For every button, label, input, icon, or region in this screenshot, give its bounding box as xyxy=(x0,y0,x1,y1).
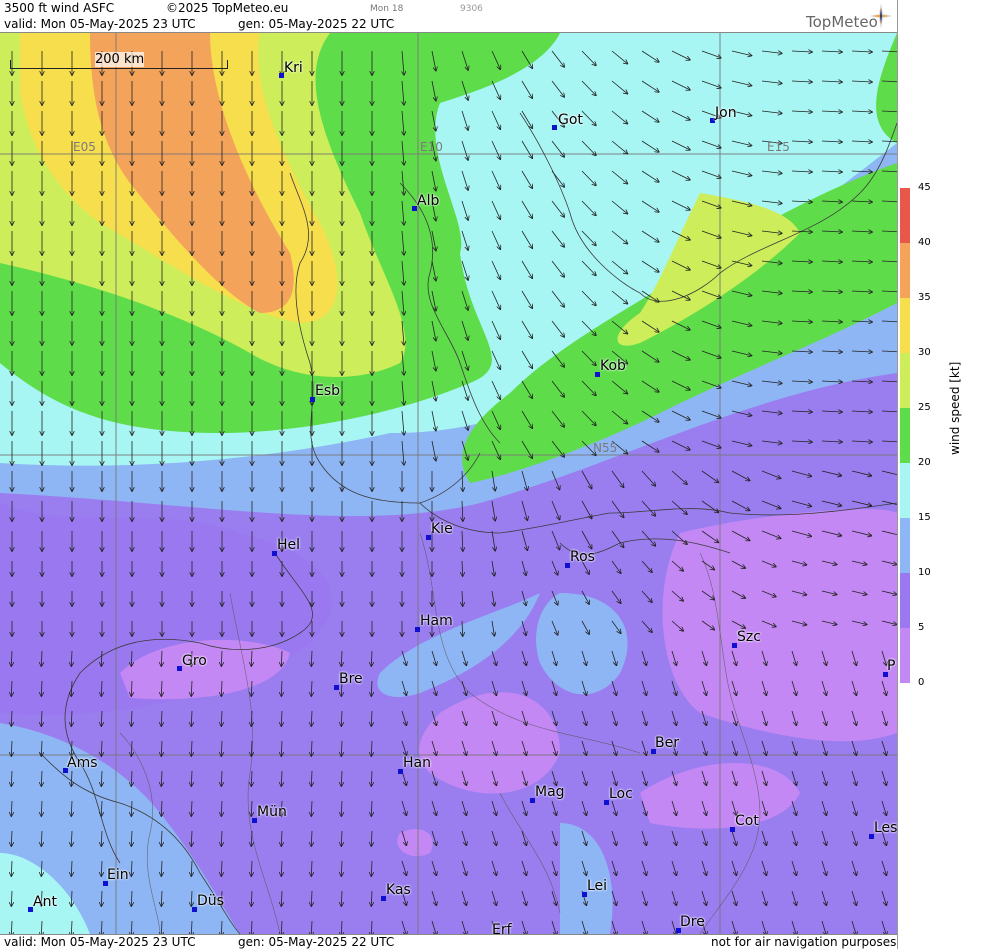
grid-label-n55: N55 xyxy=(593,441,618,455)
city-label-hel: Hel xyxy=(277,537,301,553)
city-label-kas: Kas xyxy=(386,882,411,898)
valid-time: valid: Mon 05-May-2025 23 UTC xyxy=(4,17,196,31)
city-label-ant: Ant xyxy=(33,894,57,910)
legend-swatch xyxy=(900,518,910,573)
city-label-dre: Dre xyxy=(680,914,705,930)
city-label-jon: Jon xyxy=(715,105,737,121)
model-code: 9306 xyxy=(460,4,483,14)
legend-unit: wind speed [kt] xyxy=(948,361,962,455)
city-label-got: Got xyxy=(558,112,583,128)
city-label-gro: Gro xyxy=(182,653,207,669)
legend-tick-label: 45 xyxy=(918,182,931,193)
city-label-les: Les xyxy=(874,820,898,836)
legend-swatch xyxy=(900,628,910,683)
legend-tick-label: 5 xyxy=(918,622,925,633)
legend-tick-label: 40 xyxy=(918,237,931,248)
map-header: 3500 ft wind ASFC ©2025 TopMeteo.eu Mon … xyxy=(0,0,897,33)
map-footer: valid: Mon 05-May-2025 23 UTC gen: 05-Ma… xyxy=(0,934,897,950)
product-title: 3500 ft wind ASFC xyxy=(4,1,115,15)
city-label-cot: Cot xyxy=(735,813,759,829)
city-label-ams: Ams xyxy=(67,755,98,771)
legend-swatch xyxy=(900,188,910,243)
city-label-esb: Esb xyxy=(315,383,341,399)
legend-swatch xyxy=(900,408,910,463)
legend-tick-label: 25 xyxy=(918,402,931,413)
footer-valid-time: valid: Mon 05-May-2025 23 UTC xyxy=(4,935,196,949)
grid-label-e15: E15 xyxy=(767,140,790,154)
city-label-lei: Lei xyxy=(587,878,608,894)
legend-swatch xyxy=(900,463,910,518)
city-label-ham: Ham xyxy=(420,613,453,629)
city-dot-got xyxy=(552,125,557,130)
city-label-dus: Düs xyxy=(197,893,224,909)
footer-generated-time: gen: 05-May-2025 22 UTC xyxy=(238,935,395,949)
legend-swatch xyxy=(900,243,910,298)
legend-panel xyxy=(897,0,989,949)
city-label-mag: Mag xyxy=(535,784,565,800)
legend-tick-label: 35 xyxy=(918,292,931,303)
legend-tick-label: 0 xyxy=(918,677,925,688)
city-label-p: P xyxy=(887,658,896,674)
legend-tick-label: 10 xyxy=(918,567,931,578)
legend-swatch xyxy=(900,573,910,628)
city-label-kie: Kie xyxy=(431,521,453,537)
topmeteo-logo: TopMeteo xyxy=(806,13,878,31)
footer-disclaimer: not for air navigation purposes xyxy=(711,935,897,949)
legend-tick-label: 20 xyxy=(918,457,931,468)
copyright: ©2025 TopMeteo.eu xyxy=(166,1,289,15)
legend-tick-label: 15 xyxy=(918,512,931,523)
legend-swatch xyxy=(900,353,910,408)
model-run-label: Mon 18 xyxy=(370,4,404,14)
city-label-han: Han xyxy=(403,755,431,771)
compass-star-icon xyxy=(869,3,893,32)
city-label-szc: Szc xyxy=(737,629,761,645)
legend-tick-label: 30 xyxy=(918,347,931,358)
grid-label-e10: E10 xyxy=(420,140,443,154)
city-label-kri: Kri xyxy=(284,60,303,76)
city-label-ros: Ros xyxy=(570,549,595,565)
city-label-ber: Ber xyxy=(655,735,679,751)
wind-map xyxy=(0,33,897,934)
city-label-loc: Loc xyxy=(609,786,633,802)
legend-swatch xyxy=(900,298,910,353)
city-label-kob: Kob xyxy=(600,358,626,374)
grid-label-e05: E05 xyxy=(73,140,96,154)
city-label-ein: Ein xyxy=(107,867,129,883)
city-label-mun: Mün xyxy=(257,804,287,820)
city-label-alb: Alb xyxy=(417,193,440,209)
city-label-bre: Bre xyxy=(339,671,363,687)
generated-time: gen: 05-May-2025 22 UTC xyxy=(238,17,395,31)
scale-bar-label: 200 km xyxy=(95,52,145,67)
